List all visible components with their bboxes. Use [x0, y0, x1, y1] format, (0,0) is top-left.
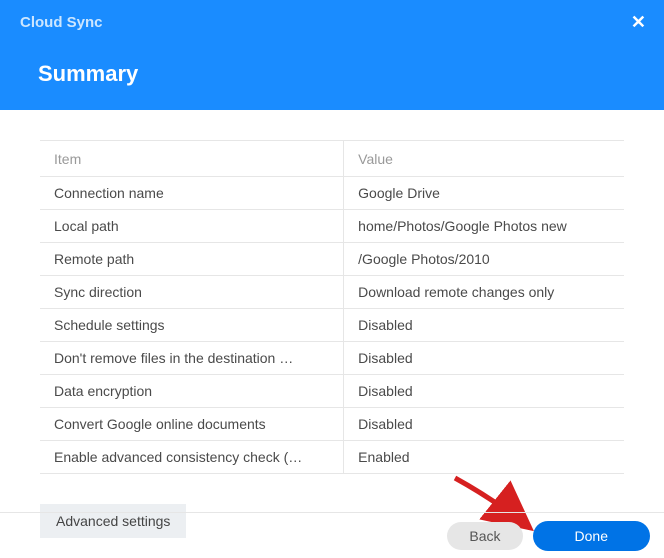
content-area: Item Value Connection nameGoogle DriveLo…	[0, 110, 664, 484]
row-item: Remote path	[40, 243, 344, 276]
row-item: Connection name	[40, 177, 344, 210]
done-button[interactable]: Done	[533, 521, 650, 551]
dialog-footer: Back Done	[0, 512, 664, 558]
row-item: Sync direction	[40, 276, 344, 309]
back-button[interactable]: Back	[447, 522, 522, 550]
row-value: Disabled	[344, 375, 624, 408]
table-row: Don't remove files in the destination …D…	[40, 342, 624, 375]
table-row: Remote path/Google Photos/2010	[40, 243, 624, 276]
row-value: Enabled	[344, 441, 624, 474]
row-value: Disabled	[344, 408, 624, 441]
summary-table: Item Value Connection nameGoogle DriveLo…	[40, 140, 624, 474]
close-icon[interactable]: ✕	[631, 12, 646, 33]
header-item: Item	[40, 141, 344, 177]
dialog-header: Cloud Sync ✕ Summary	[0, 0, 664, 110]
row-item: Convert Google online documents	[40, 408, 344, 441]
row-value: /Google Photos/2010	[344, 243, 624, 276]
row-item: Local path	[40, 210, 344, 243]
table-row: Data encryptionDisabled	[40, 375, 624, 408]
table-row: Schedule settingsDisabled	[40, 309, 624, 342]
row-item: Data encryption	[40, 375, 344, 408]
row-value: Disabled	[344, 342, 624, 375]
row-value: Download remote changes only	[344, 276, 624, 309]
header-value: Value	[344, 141, 624, 177]
table-row: Sync directionDownload remote changes on…	[40, 276, 624, 309]
table-row: Connection nameGoogle Drive	[40, 177, 624, 210]
row-value: Google Drive	[344, 177, 624, 210]
page-title: Summary	[38, 61, 664, 87]
app-title: Cloud Sync	[20, 14, 664, 31]
table-row: Convert Google online documentsDisabled	[40, 408, 624, 441]
row-item: Enable advanced consistency check (…	[40, 441, 344, 474]
table-row: Enable advanced consistency check (…Enab…	[40, 441, 624, 474]
row-value: home/Photos/Google Photos new	[344, 210, 624, 243]
row-item: Don't remove files in the destination …	[40, 342, 344, 375]
row-item: Schedule settings	[40, 309, 344, 342]
table-row: Local pathhome/Photos/Google Photos new	[40, 210, 624, 243]
row-value: Disabled	[344, 309, 624, 342]
